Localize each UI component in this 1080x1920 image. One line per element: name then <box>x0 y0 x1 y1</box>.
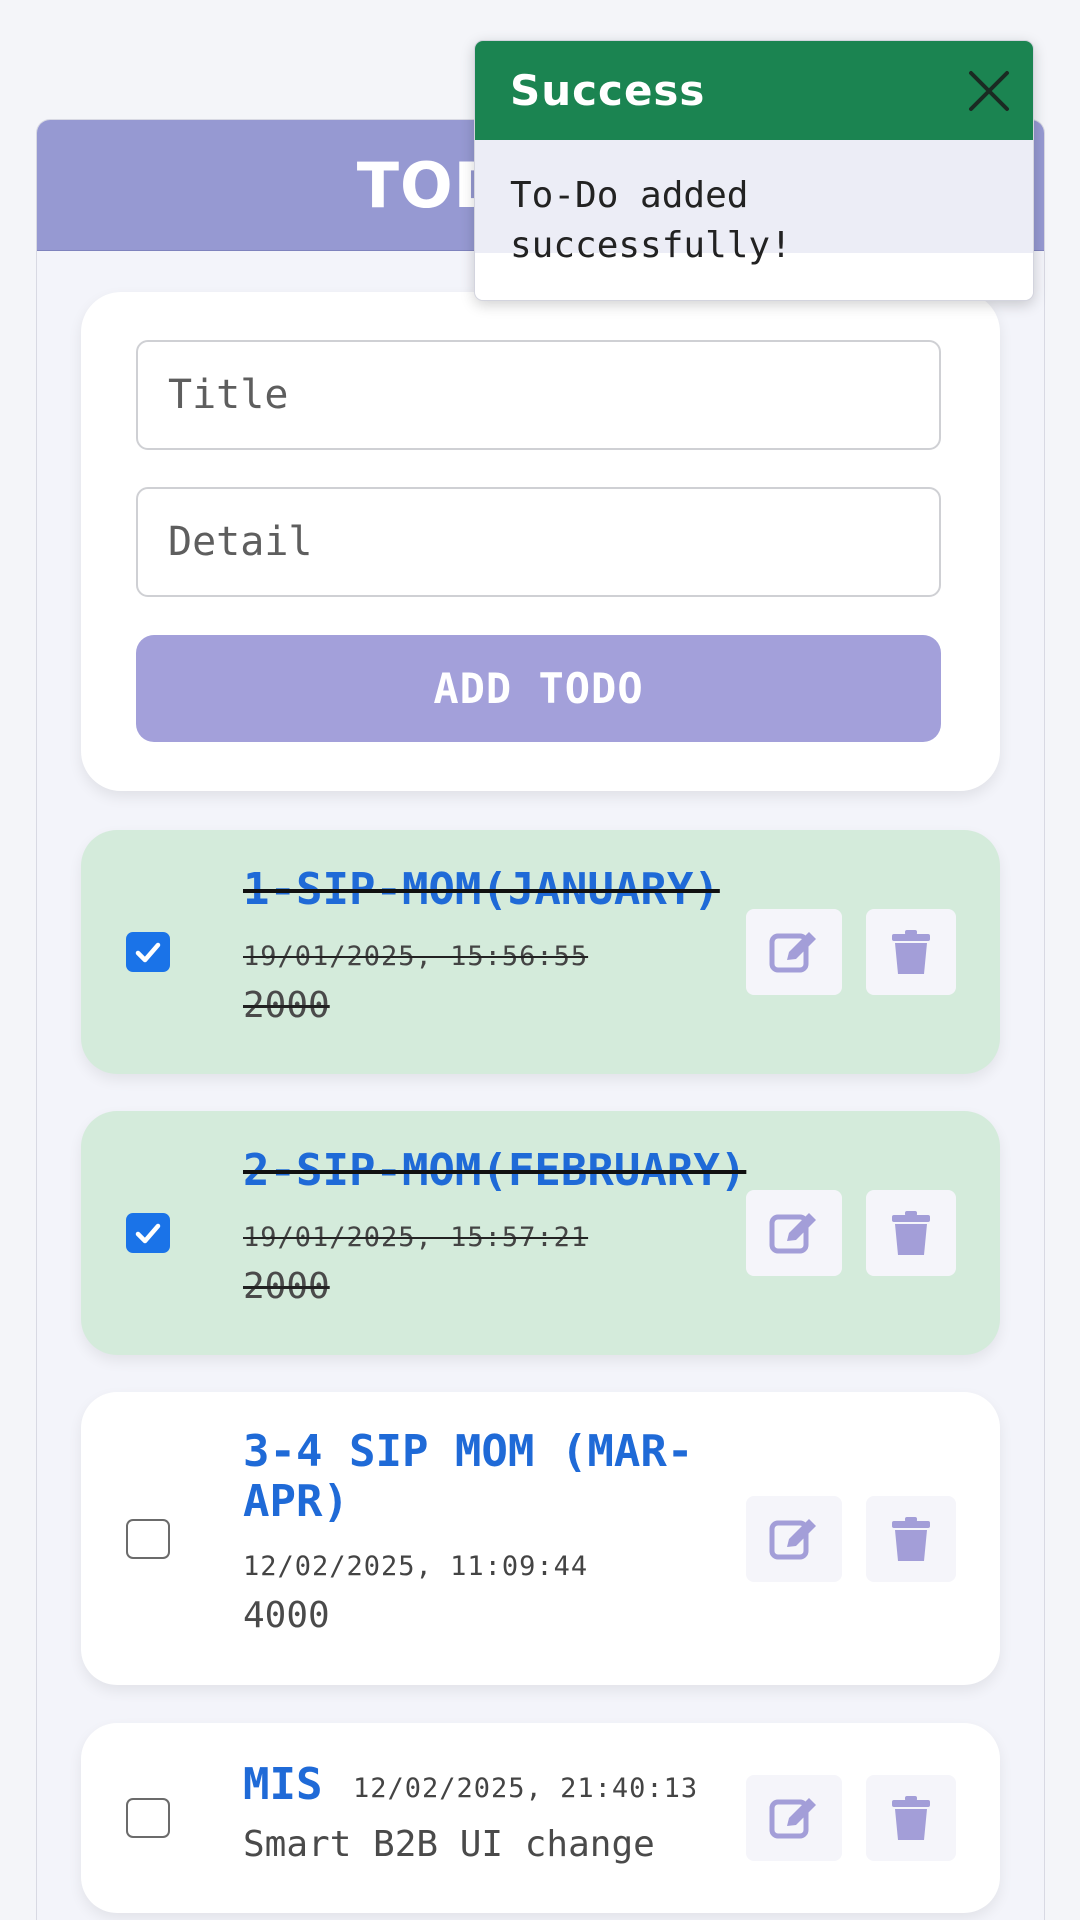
detail-input[interactable] <box>136 487 941 597</box>
todo-form: ADD TODO <box>81 292 1000 791</box>
toast-header: Success <box>475 41 1033 140</box>
title-input[interactable] <box>136 340 941 450</box>
delete-button[interactable] <box>866 1496 956 1582</box>
delete-button[interactable] <box>866 1190 956 1276</box>
todo-date: 12/02/2025, 11:09:44 <box>243 1551 589 1582</box>
todo-item: MIS 12/02/2025, 21:40:13 Smart B2B UI ch… <box>81 1723 1000 1913</box>
delete-button[interactable] <box>866 909 956 995</box>
toast-title: Success <box>510 66 706 115</box>
todo-checkbox[interactable] <box>126 1798 170 1838</box>
edit-button[interactable] <box>746 909 842 995</box>
todo-title: 3-4 SIP MOM (MAR-APR) <box>243 1426 694 1527</box>
checkmark-icon <box>135 942 161 963</box>
edit-icon <box>769 1213 816 1254</box>
edit-button[interactable] <box>746 1190 842 1276</box>
toast-message: To-Do added successfully! <box>510 175 792 266</box>
todo-detail: Smart B2B UI change <box>243 1824 655 1865</box>
todo-title: 2-SIP-MOM(FEBRUARY) <box>243 1145 747 1196</box>
todo-title: 1-SIP-MOM(JANUARY) <box>243 864 720 915</box>
trash-icon <box>892 930 930 974</box>
todo-checkbox[interactable] <box>126 932 170 972</box>
todo-item: 1-SIP-MOM(JANUARY) 19/01/2025, 15:56:55 … <box>81 830 1000 1074</box>
todo-checkbox[interactable] <box>126 1519 170 1559</box>
edit-button[interactable] <box>746 1775 842 1861</box>
todo-checkbox[interactable] <box>126 1213 170 1253</box>
trash-icon <box>892 1796 930 1840</box>
success-toast: Success To-Do added successfully! <box>474 40 1034 301</box>
todo-item: 3-4 SIP MOM (MAR-APR) 12/02/2025, 11:09:… <box>81 1392 1000 1685</box>
trash-icon <box>892 1211 930 1255</box>
close-icon[interactable] <box>967 69 1011 113</box>
todo-date: 12/02/2025, 21:40:13 <box>353 1773 699 1804</box>
todo-detail: 2000 <box>243 1266 330 1307</box>
edit-button[interactable] <box>746 1496 842 1582</box>
todo-date: 19/01/2025, 15:56:55 <box>243 941 589 972</box>
todo-app: TODO APP ADD TODO 1-SIP-MOM(JANUARY) 19/… <box>36 119 1045 1920</box>
edit-icon <box>769 932 816 973</box>
trash-icon <box>892 1517 930 1561</box>
todo-title: MIS <box>243 1759 323 1810</box>
todo-date: 19/01/2025, 15:57:21 <box>243 1222 589 1253</box>
todo-item: 2-SIP-MOM(FEBRUARY) 19/01/2025, 15:57:21… <box>81 1111 1000 1355</box>
add-todo-button[interactable]: ADD TODO <box>136 635 941 742</box>
checkmark-icon <box>135 1223 161 1244</box>
edit-icon <box>769 1519 816 1560</box>
todo-detail: 4000 <box>243 1595 330 1636</box>
edit-icon <box>769 1798 816 1839</box>
todo-detail: 2000 <box>243 985 330 1026</box>
delete-button[interactable] <box>866 1775 956 1861</box>
